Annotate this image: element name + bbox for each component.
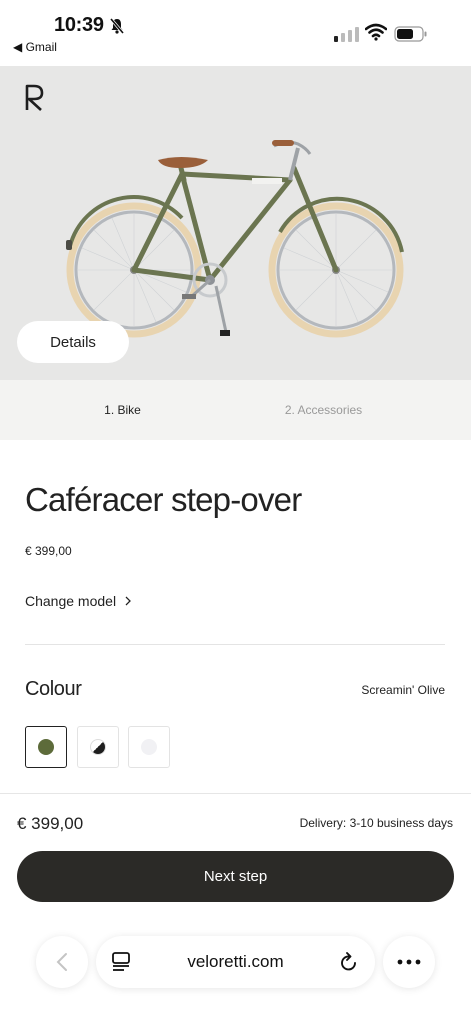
status-time: 10:39 (54, 14, 104, 36)
cellular-signal-icon (334, 27, 359, 42)
change-model-link[interactable]: Change model (25, 593, 132, 609)
tab-bike[interactable]: 1. Bike (5, 380, 240, 440)
divider (0, 793, 471, 794)
swatch-dot (38, 739, 54, 755)
more-dots-icon (397, 959, 421, 965)
battery-icon (394, 26, 427, 42)
change-model-label: Change model (25, 593, 117, 609)
colour-swatch-white[interactable] (128, 726, 170, 768)
bike-image (66, 140, 404, 338)
details-button[interactable]: Details (17, 321, 129, 363)
wifi-icon (365, 23, 387, 41)
product-price: € 399,00 (25, 544, 72, 558)
delivery-info: Delivery: 3-10 business days (299, 816, 453, 830)
address-bar[interactable]: veloretti.com (96, 936, 375, 988)
url-text: veloretti.com (187, 952, 284, 971)
veloretti-logo[interactable] (24, 84, 46, 112)
chevron-left-icon (56, 953, 67, 971)
silent-bell-icon (109, 18, 125, 34)
product-title: Caféracer step-over (25, 481, 302, 518)
colour-heading: Colour (25, 678, 82, 700)
tab-accessories[interactable]: 2. Accessories (206, 380, 441, 440)
colour-swatch-olive[interactable] (25, 726, 67, 768)
reload-icon[interactable] (339, 951, 359, 973)
selected-colour-name: Screamin' Olive (361, 683, 445, 697)
swatch-dot (90, 739, 106, 755)
total-price: € 399,00 (17, 814, 84, 833)
colour-swatch-black-white[interactable] (77, 726, 119, 768)
next-step-button[interactable]: Next step (17, 851, 454, 902)
back-to-gmail-link[interactable]: ◀ Gmail (13, 40, 57, 54)
more-options-button[interactable] (383, 936, 435, 988)
divider (25, 644, 445, 645)
swatch-dot (141, 739, 157, 755)
browser-back-button[interactable] (36, 936, 88, 988)
step-tabs: 1. Bike 2. Accessories (0, 380, 471, 440)
chevron-right-icon (125, 596, 131, 606)
